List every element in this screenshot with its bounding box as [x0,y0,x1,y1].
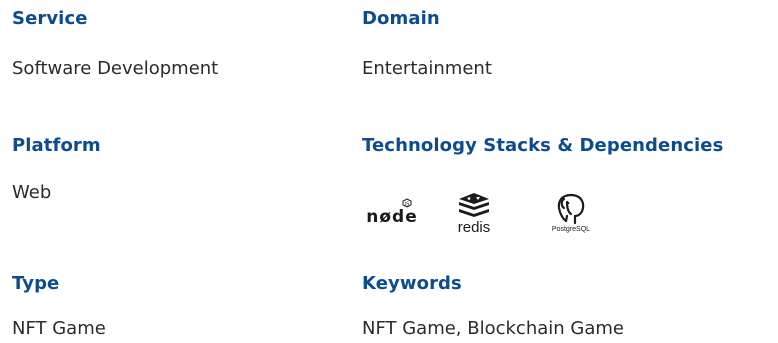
postgresql-logo: PostgreSQL [546,192,596,234]
keywords-label: Keywords [362,273,462,294]
redis-wordmark: redis [457,219,491,236]
postgresql-wordmark: PostgreSQL [551,226,591,233]
tech-stack-label: Technology Stacks & Dependencies [362,135,724,156]
domain-label: Domain [362,8,440,29]
domain-value: Entertainment [362,58,492,79]
platform-label: Platform [12,135,101,156]
type-value: NFT Game [12,318,106,339]
tech-logos: JS nøde redis PostgreSQL [360,192,620,242]
service-label: Service [12,8,88,29]
postgresql-elephant-icon [557,193,585,225]
keywords-value: NFT Game, Blockchain Game [362,318,624,339]
nodejs-wordmark: nøde [366,207,418,227]
platform-value: Web [12,182,52,203]
type-label: Type [12,273,60,294]
redis-stack-icon [459,193,489,217]
nodejs-logo: JS nøde [360,198,424,226]
service-value: Software Development [12,58,219,79]
redis-logo: redis [454,192,494,235]
